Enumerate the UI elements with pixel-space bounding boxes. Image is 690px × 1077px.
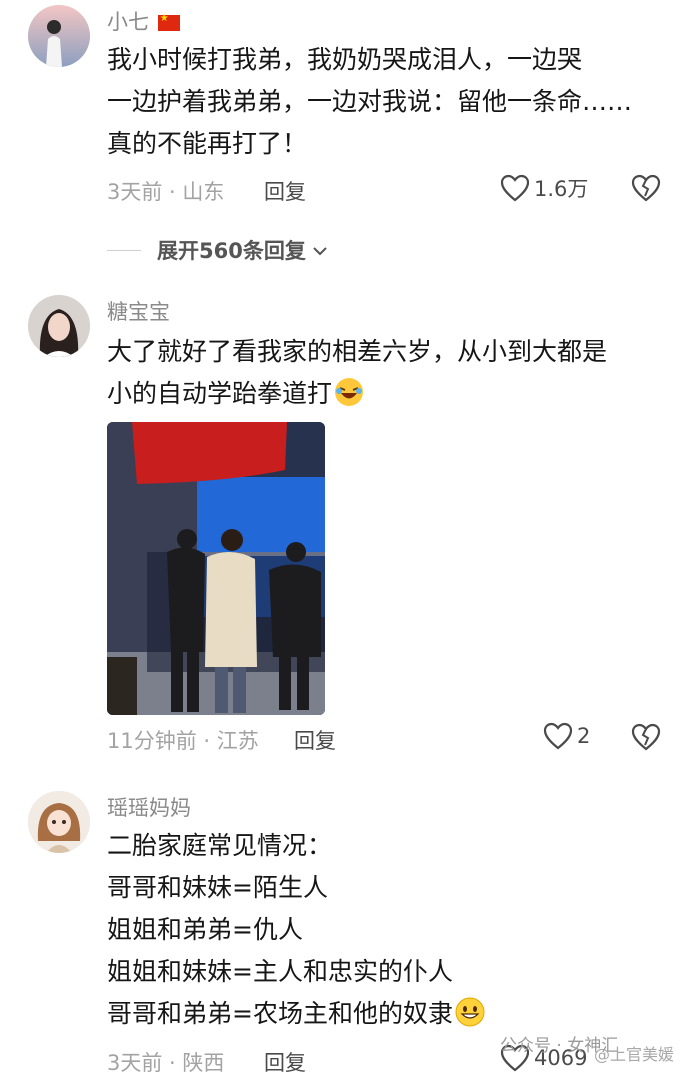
username[interactable]: 瑶瑶妈妈 — [107, 792, 191, 822]
comment-text-line: 哥哥和弟弟=农场主和他的奴隶 — [107, 993, 667, 1035]
comment-text-fragment: 哥哥和弟弟=农场主和他的奴隶 — [107, 999, 453, 1028]
rofl-emoji-icon — [334, 377, 364, 407]
avatar[interactable] — [28, 5, 90, 67]
divider — [107, 249, 141, 251]
like-count: 1.6万 — [534, 177, 589, 201]
avatar[interactable] — [28, 295, 90, 357]
comment-meta: 3天前 · 陕西 — [107, 1051, 225, 1075]
comment-text: 二胎家庭常见情况： 哥哥和妹妹=陌生人 姐姐和弟弟=仇人 姐姐和妹妹=主人和忠实… — [107, 825, 667, 1035]
comment-text: 我小时候打我弟，我奶奶哭成泪人，一边哭 一边护着我弟弟，一边对我说：留他一条命…… — [107, 39, 667, 165]
comment-text-line: 姐姐和妹妹=主人和忠实的仆人 — [107, 957, 453, 986]
grin-emoji-icon — [455, 997, 485, 1027]
comment-text-line: 我小时候打我弟，我奶奶哭成泪人，一边哭 — [107, 45, 583, 74]
username[interactable]: 糖宝宝 — [107, 296, 170, 326]
heart-outline-icon — [500, 174, 530, 202]
reply-button[interactable]: 回复 — [294, 725, 336, 755]
username[interactable]: 小七 — [107, 10, 149, 34]
comment-text-line: 哥哥和妹妹=陌生人 — [107, 873, 328, 902]
broken-heart-icon[interactable] — [631, 174, 661, 202]
chevron-down-icon — [312, 238, 328, 262]
comment-text-line: 小的自动学跆拳道打 — [107, 373, 667, 415]
watermark-handle: @上官美媛 — [594, 1045, 675, 1064]
comment-text-line: 真的不能再打了！ — [107, 129, 308, 158]
expand-replies-label: 展开560条回复 — [157, 239, 306, 263]
expand-replies-button[interactable]: 展开560条回复 — [107, 235, 328, 265]
comment-text-line: 一边护着我弟弟，一边对我说：留他一条命…… — [107, 87, 633, 116]
comment-photo[interactable] — [107, 422, 325, 715]
like-count: 2 — [577, 724, 591, 748]
comment-text: 大了就好了看我家的相差六岁，从小到大都是 小的自动学跆拳道打 — [107, 331, 667, 415]
comment-text-fragment: 小的自动学跆拳道打 — [107, 379, 333, 408]
comment-text-line: 二胎家庭常见情况： — [107, 831, 333, 860]
like-button[interactable]: 2 — [543, 722, 590, 750]
comment-meta: 3天前 · 山东 — [107, 180, 225, 204]
reply-button[interactable]: 回复 — [264, 176, 306, 206]
broken-heart-icon[interactable] — [631, 723, 661, 751]
avatar[interactable] — [28, 791, 90, 853]
reply-button[interactable]: 回复 — [264, 1047, 306, 1077]
heart-outline-icon — [543, 722, 573, 750]
comment-text-line: 姐姐和弟弟=仇人 — [107, 915, 303, 944]
comment-meta: 11分钟前 · 江苏 — [107, 729, 259, 753]
comment-text-line: 大了就好了看我家的相差六岁，从小到大都是 — [107, 337, 608, 366]
china-flag-icon — [157, 13, 180, 31]
like-button[interactable]: 1.6万 — [500, 173, 588, 203]
